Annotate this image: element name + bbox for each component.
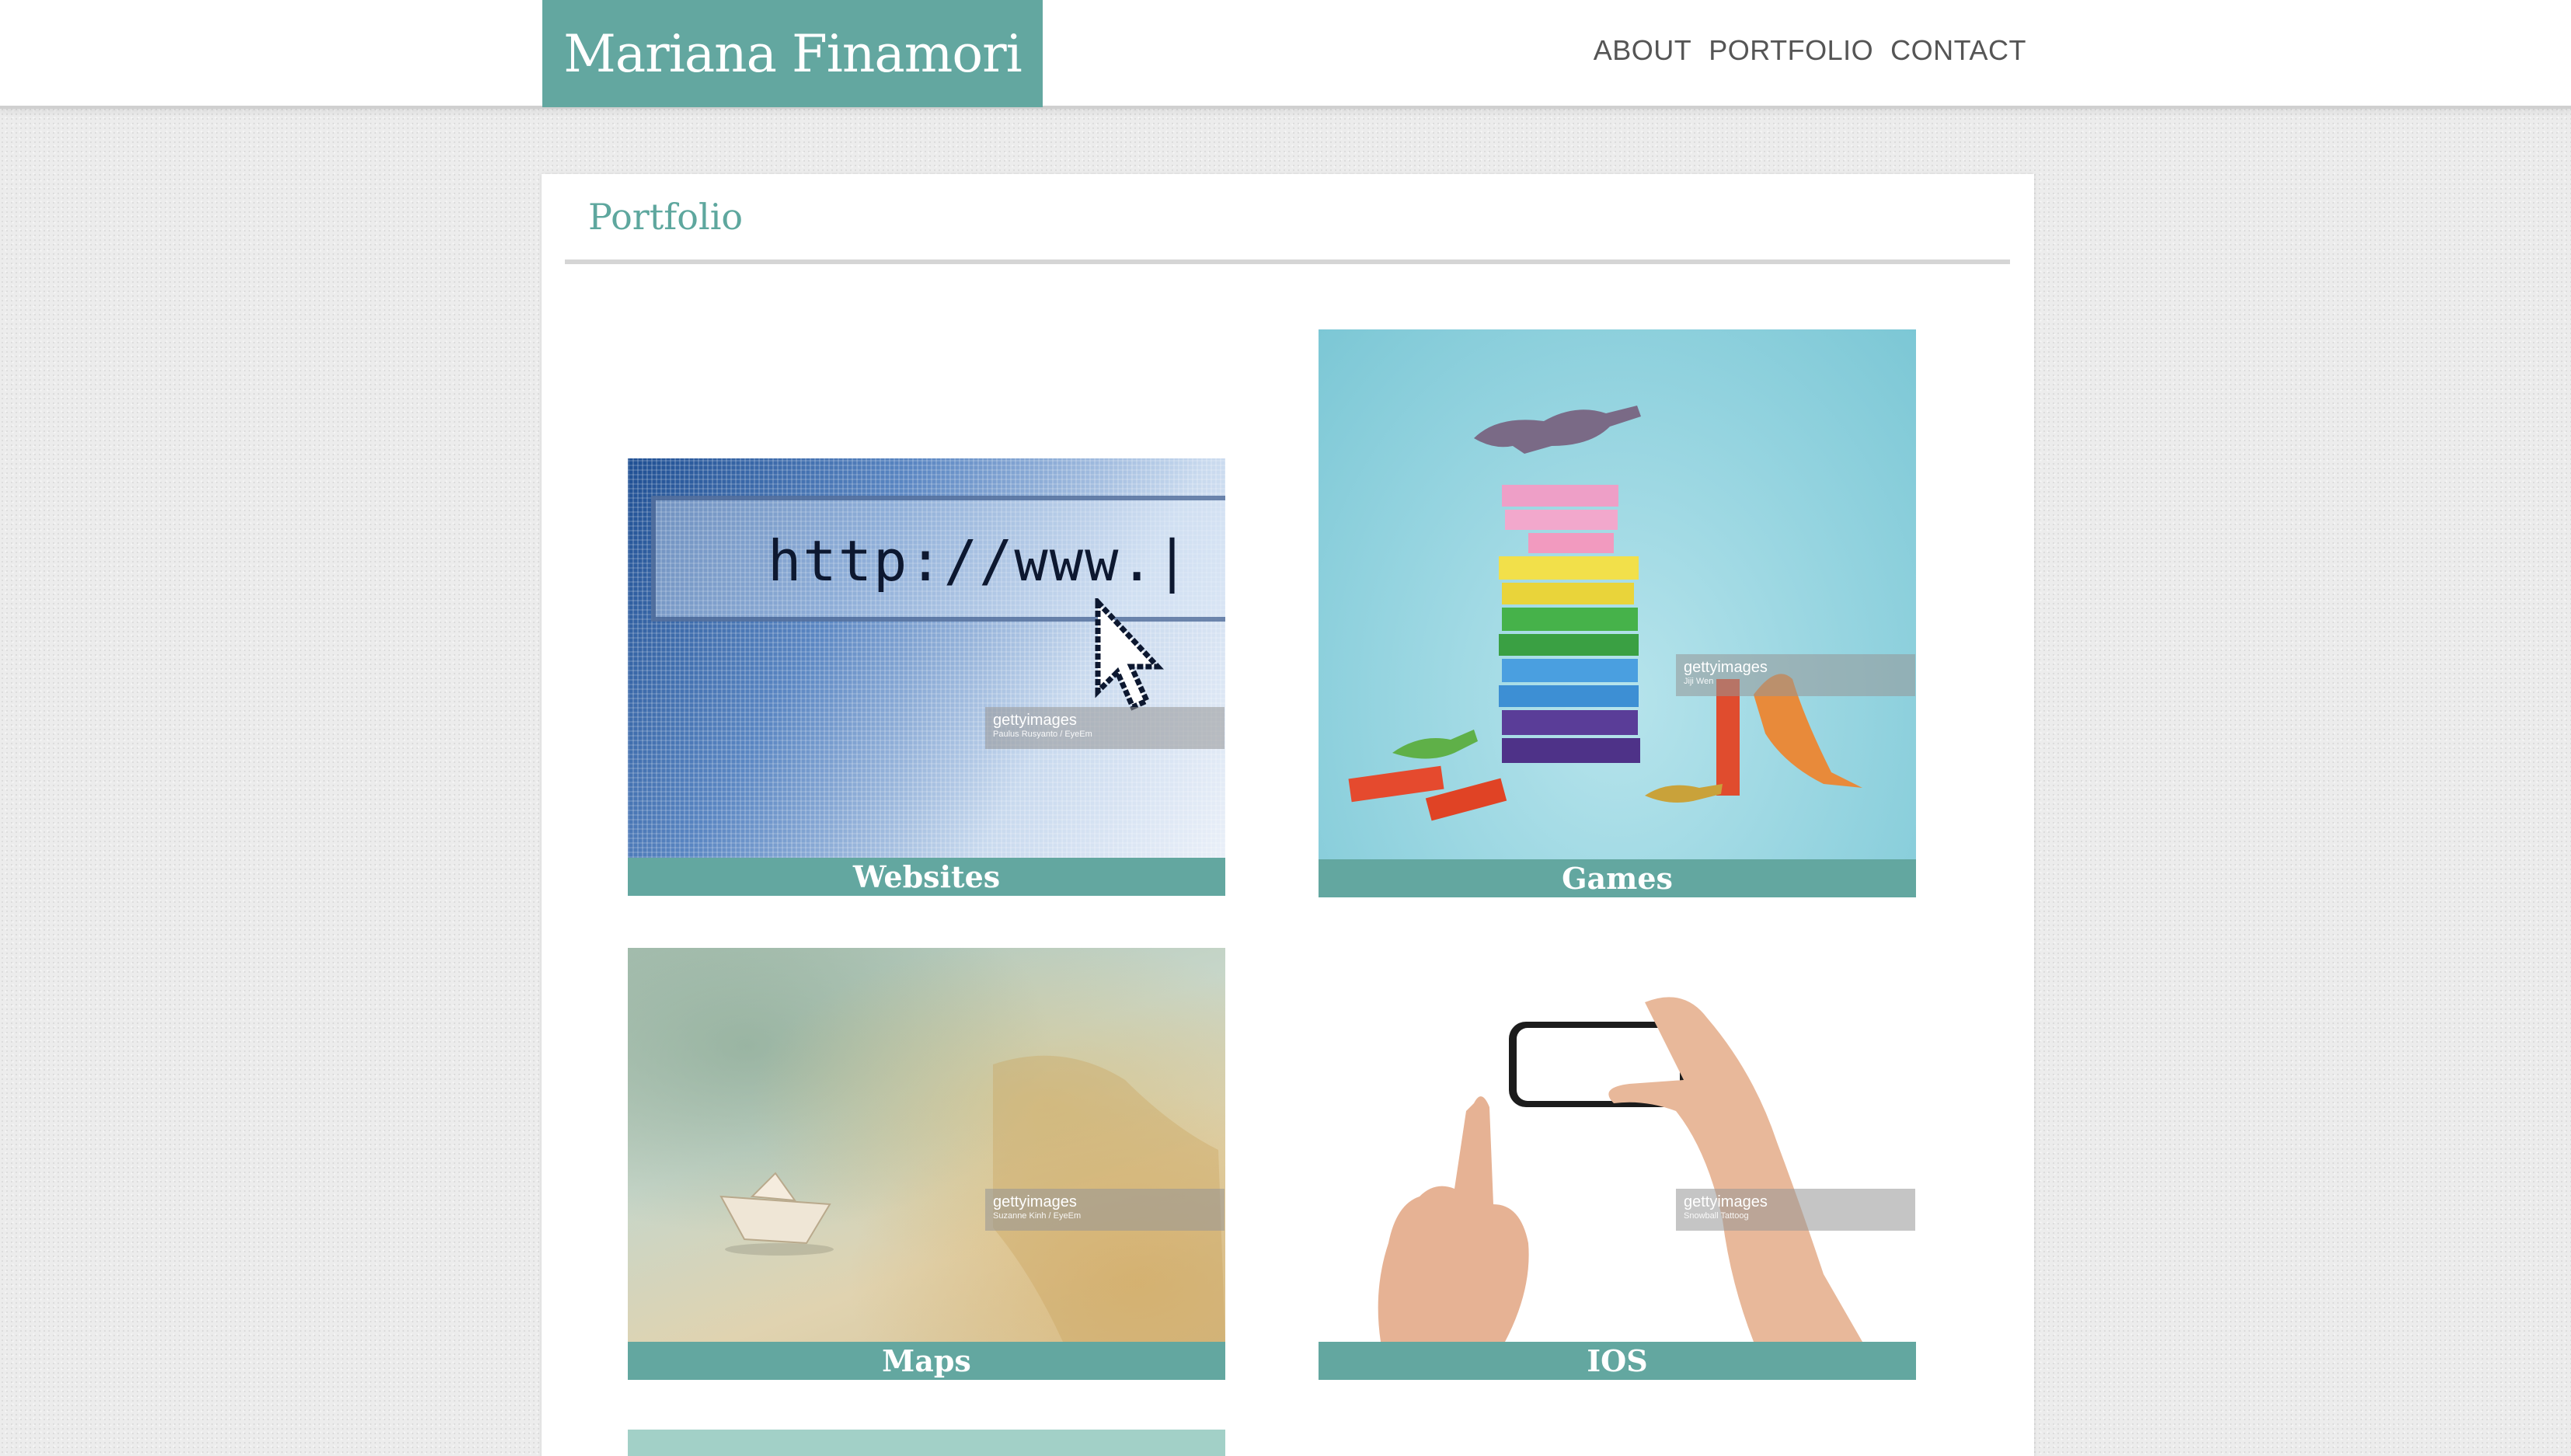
games-image: gettyimages Jiji Wen [1319,329,1916,859]
tile-caption-ios[interactable]: IOS [1319,1342,1916,1380]
nav-about-link[interactable]: ABOUT [1594,34,1692,67]
brand-name[interactable]: Mariana Finamori [563,24,1022,84]
top-bar: Mariana Finamori ABOUT PORTFOLIO CONTACT [0,0,2571,109]
tile-caption-games[interactable]: Games [1319,859,1916,897]
nav-portfolio-link[interactable]: PORTFOLIO [1709,34,1873,67]
portfolio-tile-partial[interactable] [628,1430,1225,1456]
websites-image: http://www.| gettyimages Paulus Rusyanto… [628,458,1225,858]
page-title: Portfolio [588,196,744,238]
getty-watermark: gettyimages Paulus Rusyanto / EyeEm [985,707,1225,749]
portfolio-tile-maps[interactable]: gettyimages Suzanne Kinh / EyeEm Maps [628,948,1225,1380]
block-tower-illustration [1348,406,1862,821]
tile-caption-websites[interactable]: Websites [628,858,1225,896]
getty-watermark: gettyimages Snowball Tattoog [1676,1189,1915,1231]
hands-phone-illustration [1378,997,1862,1342]
mouse-cursor-icon [1095,598,1164,711]
getty-watermark: gettyimages Suzanne Kinh / EyeEm [985,1189,1225,1231]
portfolio-tile-websites[interactable]: http://www.| gettyimages Paulus Rusyanto… [628,458,1225,896]
brand-logo[interactable]: Mariana Finamori [542,0,1043,107]
title-divider [565,260,2010,264]
paper-boat-illustration [719,1055,1225,1342]
portfolio-tile-ios[interactable]: gettyimages Snowball Tattoog IOS [1319,948,1916,1380]
ios-image: gettyimages Snowball Tattoog [1319,948,1916,1342]
portfolio-tile-games[interactable]: gettyimages Jiji Wen Games [1319,329,1916,897]
url-text-graphic: http://www.| [768,528,1191,594]
maps-image: gettyimages Suzanne Kinh / EyeEm [628,948,1225,1342]
tile-caption-maps[interactable]: Maps [628,1342,1225,1380]
main-nav: ABOUT PORTFOLIO CONTACT [1594,34,2026,67]
nav-contact-link[interactable]: CONTACT [1890,34,2026,67]
getty-watermark: gettyimages Jiji Wen [1676,654,1915,696]
portfolio-panel: Portfolio http://www.| gettyimages Paulu… [542,174,2034,1456]
